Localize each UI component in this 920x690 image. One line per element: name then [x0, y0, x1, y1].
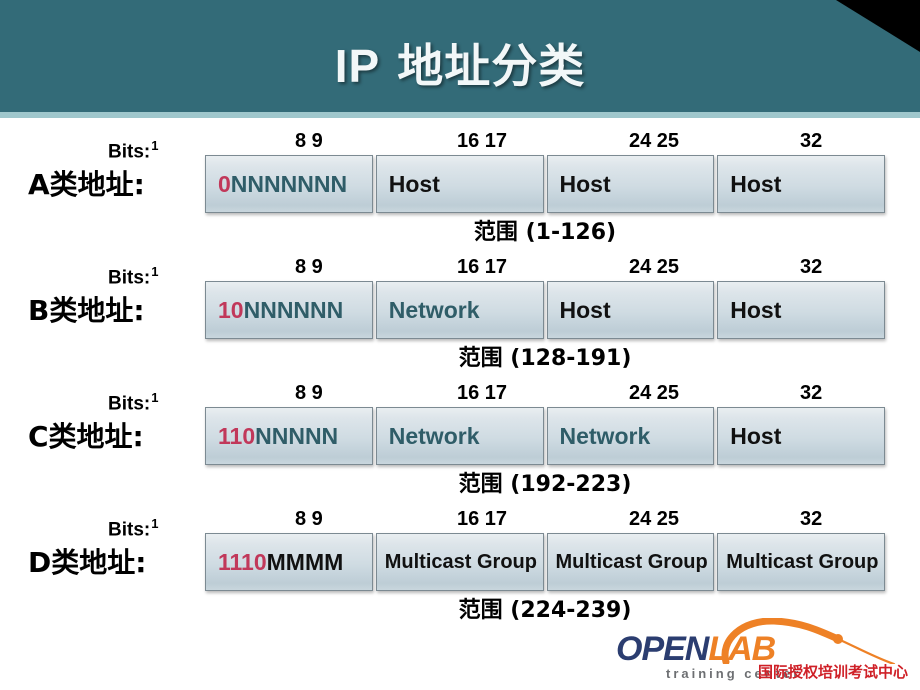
class-row-a: Bits:1 A类地址: 8 9 16 17 24 25 32 0NNNNNNN…	[0, 122, 920, 245]
bit-start-d: 1	[151, 516, 159, 531]
bit-prefix: 1110	[218, 548, 267, 575]
logo-chinese-text: 国际授权培训考试中心	[757, 663, 908, 681]
octet-cell: Multicast Group	[717, 533, 885, 591]
bit-tick-32-c: 32	[800, 382, 823, 404]
octet-cell-text: 110NNNNN	[206, 422, 339, 449]
bit-tick-16-b: 16 17	[457, 256, 508, 278]
octet-cell: Network	[546, 407, 715, 465]
octet-cell: 110NNNNN	[205, 407, 373, 465]
octet-boxes-b: 10NNNNNN Network Host Host	[205, 281, 885, 339]
bits-label-a: Bits:1	[108, 138, 159, 163]
class-label-c: C类地址:	[28, 420, 144, 453]
range-caption-a: 范围 (1-126)	[473, 220, 617, 245]
octet-cell-text: Network	[388, 422, 480, 449]
bit-tick-24-b: 24 25	[629, 256, 680, 278]
octet-cell-text: Host	[730, 296, 782, 323]
octet-cell: 10NNNNNN	[205, 281, 373, 339]
octet-cell: Network	[375, 407, 544, 465]
bit-tick-8-c: 8 9	[295, 382, 323, 404]
octet-cell: 0NNNNNNN	[205, 155, 373, 213]
banner-underline	[0, 112, 920, 118]
bit-prefix: 110	[218, 422, 256, 449]
octet-boxes-d: 1110MMMM Multicast Group Multicast Group…	[205, 533, 885, 591]
bit-suffix: NNNNNNN	[230, 170, 348, 197]
octet-cell-text: Multicast Group	[555, 551, 708, 573]
bit-tick-16-c: 16 17	[457, 382, 508, 404]
bit-prefix: 0	[218, 170, 231, 197]
octet-boxes-a: 0NNNNNNN Host Host Host	[205, 155, 885, 213]
class-label-d: D类地址:	[28, 546, 147, 579]
octet-cell: Host	[717, 407, 885, 465]
bits-label-d: Bits:1	[108, 516, 159, 541]
class-label-b: B类地址:	[28, 294, 145, 327]
class-label-a: A类地址:	[28, 168, 145, 201]
range-caption-b: 范围 (128-191)	[458, 346, 632, 371]
slide-root: IP 地址分类 Bits:1 A类地址: 8 9 16 17 24 25 32 …	[0, 0, 920, 690]
octet-cell-text: Multicast Group	[384, 551, 537, 573]
class-row-b: Bits:1 B类地址: 8 9 16 17 24 25 32 10NNNNNN…	[0, 248, 920, 371]
octet-cell-text: 10NNNNNN	[206, 296, 344, 323]
octet-cell-text: Network	[388, 296, 480, 323]
page-title: IP 地址分类	[0, 30, 920, 96]
bit-tick-16-d: 16 17	[457, 508, 508, 530]
bit-tick-16-a: 16 17	[457, 130, 508, 152]
octet-cell-text: 1110MMMM	[206, 548, 344, 575]
page-title-cn: 地址分类	[397, 39, 586, 93]
bit-ticks-a: 8 9 16 17 24 25 32	[205, 130, 885, 154]
page-title-latin: IP	[334, 40, 381, 92]
octet-cell: Host	[546, 155, 715, 213]
bit-suffix: NNNNNN	[243, 296, 344, 323]
bit-tick-8-a: 8 9	[295, 130, 323, 152]
octet-cell: Host	[375, 155, 544, 213]
octet-cell-text: Network	[559, 422, 651, 449]
bit-tick-24-d: 24 25	[629, 508, 680, 530]
bit-tick-24-a: 24 25	[629, 130, 680, 152]
bit-tick-8-b: 8 9	[295, 256, 323, 278]
bit-ticks-c: 8 9 16 17 24 25 32	[205, 382, 885, 406]
octet-cell-text: Multicast Group	[726, 551, 879, 573]
bit-tick-32-a: 32	[800, 130, 823, 152]
bit-tick-32-d: 32	[800, 508, 823, 530]
octet-cell: Host	[717, 281, 885, 339]
octet-cell-text: Host	[388, 170, 440, 197]
octet-cell-text: Host	[730, 170, 782, 197]
octet-cell: Host	[717, 155, 885, 213]
logo-wordmark: OPENLAB	[616, 630, 776, 668]
bits-label-c: Bits:1	[108, 390, 159, 415]
octet-cell: 1110MMMM	[205, 533, 373, 591]
octet-cell-text: Host	[559, 170, 611, 197]
octet-boxes-c: 110NNNNN Network Network Host	[205, 407, 885, 465]
bit-tick-24-c: 24 25	[629, 382, 680, 404]
openlab-logo: OPENLAB training center 国际授权培训考试中心	[608, 618, 908, 684]
octet-cell-text: 0NNNNNNN	[206, 170, 348, 197]
bit-suffix: NNNNN	[255, 422, 339, 449]
octet-cell-text: Host	[559, 296, 611, 323]
bit-start-b: 1	[151, 264, 159, 279]
bit-start-a: 1	[151, 138, 159, 153]
bit-tick-8-d: 8 9	[295, 508, 323, 530]
bit-ticks-b: 8 9 16 17 24 25 32	[205, 256, 885, 280]
bit-prefix: 10	[218, 296, 244, 323]
octet-cell-text: Host	[730, 422, 782, 449]
octet-cell: Multicast Group	[546, 533, 715, 591]
class-row-d: Bits:1 D类地址: 8 9 16 17 24 25 32 1110MMMM…	[0, 500, 920, 623]
bit-suffix: MMMM	[266, 548, 344, 575]
class-row-c: Bits:1 C类地址: 8 9 16 17 24 25 32 110NNNNN…	[0, 374, 920, 497]
octet-cell: Host	[546, 281, 715, 339]
bit-ticks-d: 8 9 16 17 24 25 32	[205, 508, 885, 532]
bit-tick-32-b: 32	[800, 256, 823, 278]
logo-open-text: OPEN	[616, 630, 709, 668]
octet-cell: Network	[375, 281, 544, 339]
range-caption-c: 范围 (192-223)	[458, 472, 632, 497]
bits-label-b: Bits:1	[108, 264, 159, 289]
octet-cell: Multicast Group	[375, 533, 544, 591]
bit-start-c: 1	[151, 390, 159, 405]
